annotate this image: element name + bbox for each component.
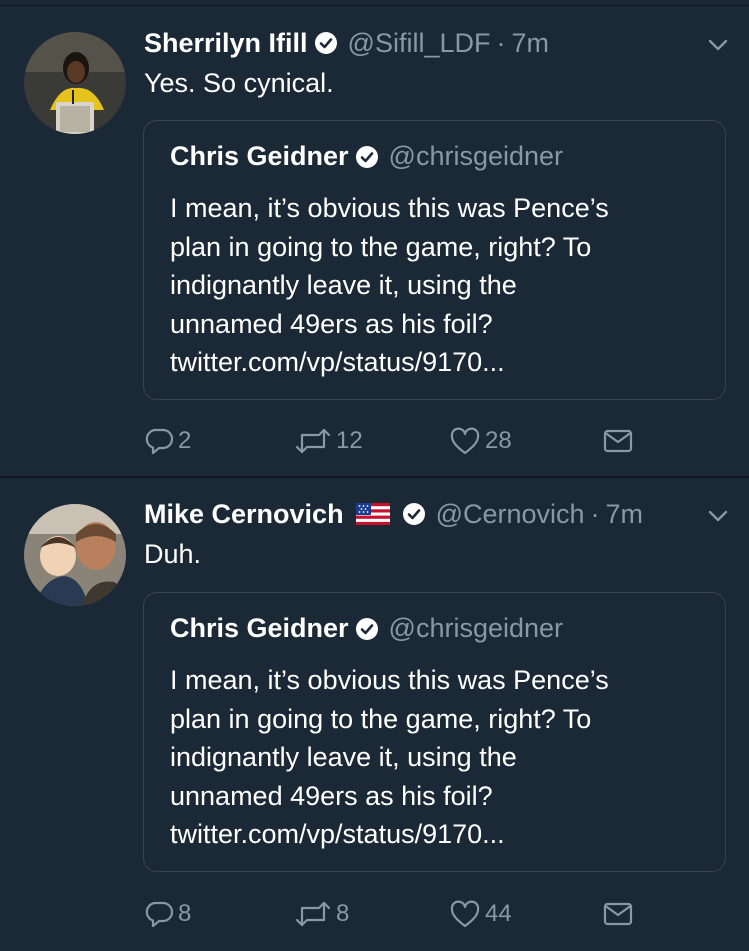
like-icon [449, 899, 481, 929]
retweet-icon [294, 426, 332, 456]
retweet-icon [294, 899, 332, 929]
verified-badge-icon [355, 145, 379, 169]
like-button[interactable]: 44 [449, 894, 512, 934]
reply-icon [144, 899, 174, 929]
reply-icon [144, 426, 174, 456]
quoted-tweet-header: Chris Geidner @chrisgeidner [170, 141, 563, 172]
retweet-count: 8 [336, 900, 350, 927]
tweet-header: Mike Cernovich @Cernovich · 7m [144, 496, 643, 532]
quoted-tweet[interactable]: Chris Geidner @chrisgeidner I mean, it’s… [143, 592, 726, 872]
like-count: 28 [485, 427, 512, 454]
reply-count: 8 [178, 900, 192, 927]
author-name[interactable]: Mike Cernovich [144, 499, 344, 530]
quoted-author-name: Chris Geidner [170, 613, 349, 643]
separator-dot: · [496, 27, 506, 58]
verified-badge-icon [314, 31, 338, 55]
quoted-tweet-header: Chris Geidner @chrisgeidner [170, 613, 563, 644]
tweet-text: Yes. So cynical. [144, 68, 334, 98]
retweet-button[interactable]: 8 [294, 894, 349, 934]
tweet-actions: 2 12 28 [144, 421, 704, 461]
author-handle[interactable]: @Sifill_LDF [348, 28, 491, 59]
tweet-timestamp[interactable]: 7m [606, 499, 644, 530]
avatar[interactable] [24, 32, 126, 134]
verified-badge-icon [355, 617, 379, 641]
direct-message-icon [602, 899, 634, 929]
tweet[interactable]: Mike Cernovich @Cernovich · 7m Duh. Chri… [0, 480, 749, 951]
like-icon [449, 426, 481, 456]
quoted-tweet-text: I mean, it’s obvious this was Pence’s pl… [170, 193, 609, 377]
direct-message-button[interactable] [602, 894, 634, 934]
tweet-actions: 8 8 44 [144, 894, 704, 934]
retweet-button[interactable]: 12 [294, 421, 363, 461]
quoted-author-handle: @chrisgeidner [388, 613, 564, 643]
separator-dot: · [590, 498, 600, 529]
reply-button[interactable]: 8 [144, 894, 191, 934]
verified-badge-icon [402, 502, 426, 526]
quoted-tweet-text: I mean, it’s obvious this was Pence’s pl… [170, 665, 609, 849]
author-name[interactable]: Sherrilyn Ifill [144, 28, 308, 59]
like-button[interactable]: 28 [449, 421, 512, 461]
us-flag-icon [355, 503, 390, 525]
quoted-author-handle: @chrisgeidner [388, 141, 564, 171]
author-handle[interactable]: @Cernovich [436, 499, 585, 530]
direct-message-button[interactable] [602, 421, 634, 461]
chevron-down-icon[interactable] [705, 503, 731, 529]
tweet-text: Duh. [144, 539, 202, 569]
quoted-author-name: Chris Geidner [170, 141, 349, 171]
tweet[interactable]: Sherrilyn Ifill @Sifill_LDF · 7m Yes. So… [0, 6, 749, 478]
retweet-count: 12 [336, 427, 363, 454]
quoted-tweet[interactable]: Chris Geidner @chrisgeidner I mean, it’s… [143, 120, 726, 400]
avatar[interactable] [24, 504, 126, 606]
like-count: 44 [485, 900, 512, 927]
tweet-timestamp[interactable]: 7m [511, 28, 549, 59]
reply-button[interactable]: 2 [144, 421, 191, 461]
tweet-header: Sherrilyn Ifill @Sifill_LDF · 7m [144, 25, 549, 61]
chevron-down-icon[interactable] [705, 32, 731, 58]
direct-message-icon [602, 426, 634, 456]
reply-count: 2 [178, 427, 192, 454]
